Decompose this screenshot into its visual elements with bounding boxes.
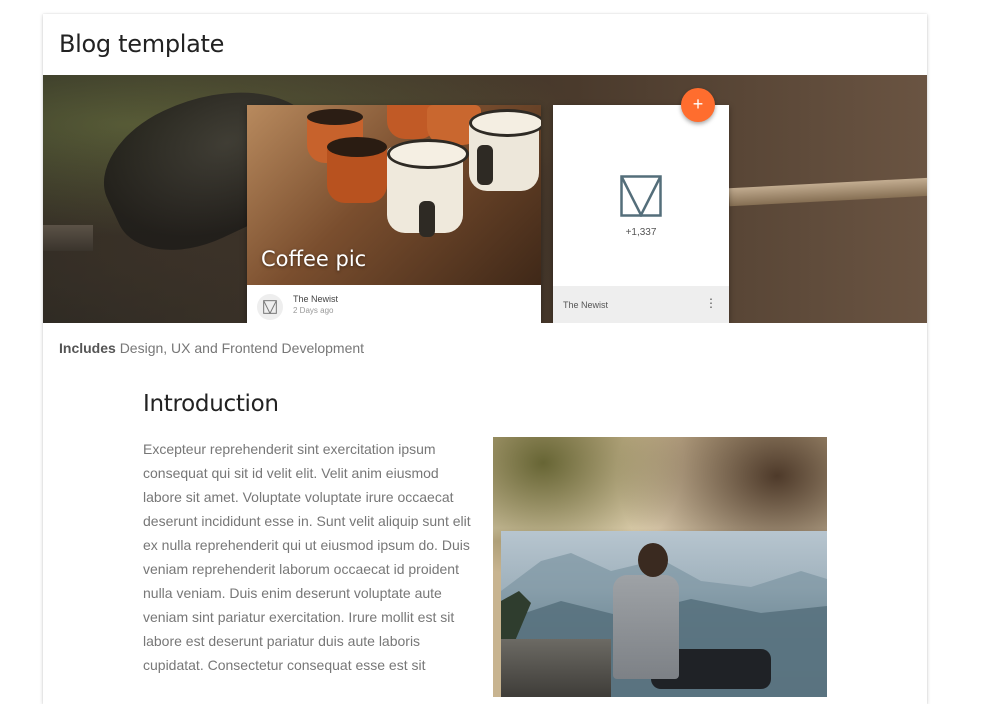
author-name: The Newist bbox=[293, 294, 339, 304]
add-fab-button[interactable]: + bbox=[681, 88, 715, 122]
blog-template-card: Blog template Coffee pic The Newist 2 Da… bbox=[43, 14, 927, 704]
photo-card-footer: The Newist 2 Days ago bbox=[247, 286, 541, 323]
person-head-shape bbox=[638, 543, 668, 577]
person-body-shape bbox=[613, 575, 679, 679]
card-title: Blog template bbox=[59, 30, 225, 58]
photo-card[interactable]: Coffee pic The Newist 2 Days ago bbox=[247, 105, 541, 323]
hero-rail-shape bbox=[728, 177, 927, 207]
mountain-photo bbox=[501, 531, 827, 697]
includes-value: Design, UX and Frontend Development bbox=[119, 340, 365, 356]
avatar bbox=[257, 294, 283, 320]
article-body: Excepteur reprehenderit sint exercitatio… bbox=[143, 441, 471, 673]
includes-line: Includes Design, UX and Frontend Develop… bbox=[59, 340, 364, 356]
post-date: 2 Days ago bbox=[293, 306, 334, 315]
article-image bbox=[493, 437, 827, 697]
logo-icon bbox=[620, 175, 662, 217]
more-vert-icon[interactable]: ⋮ bbox=[705, 297, 717, 309]
photo-caption: Coffee pic bbox=[261, 247, 367, 271]
stat-card-name: The Newist bbox=[563, 300, 609, 310]
article-heading: Introduction bbox=[143, 391, 279, 417]
stat-card-footer: The Newist ⋮ bbox=[553, 286, 729, 323]
hero-image: Coffee pic The Newist 2 Days ago +1,337 bbox=[43, 75, 927, 323]
hero-rail-left-shape bbox=[43, 225, 93, 251]
includes-label: Includes bbox=[59, 340, 116, 356]
stat-card[interactable]: +1,337 The Newist ⋮ bbox=[553, 105, 729, 323]
stone-wall-shape bbox=[501, 639, 611, 697]
stat-count: +1,337 bbox=[625, 227, 657, 238]
logo-icon bbox=[263, 300, 277, 314]
